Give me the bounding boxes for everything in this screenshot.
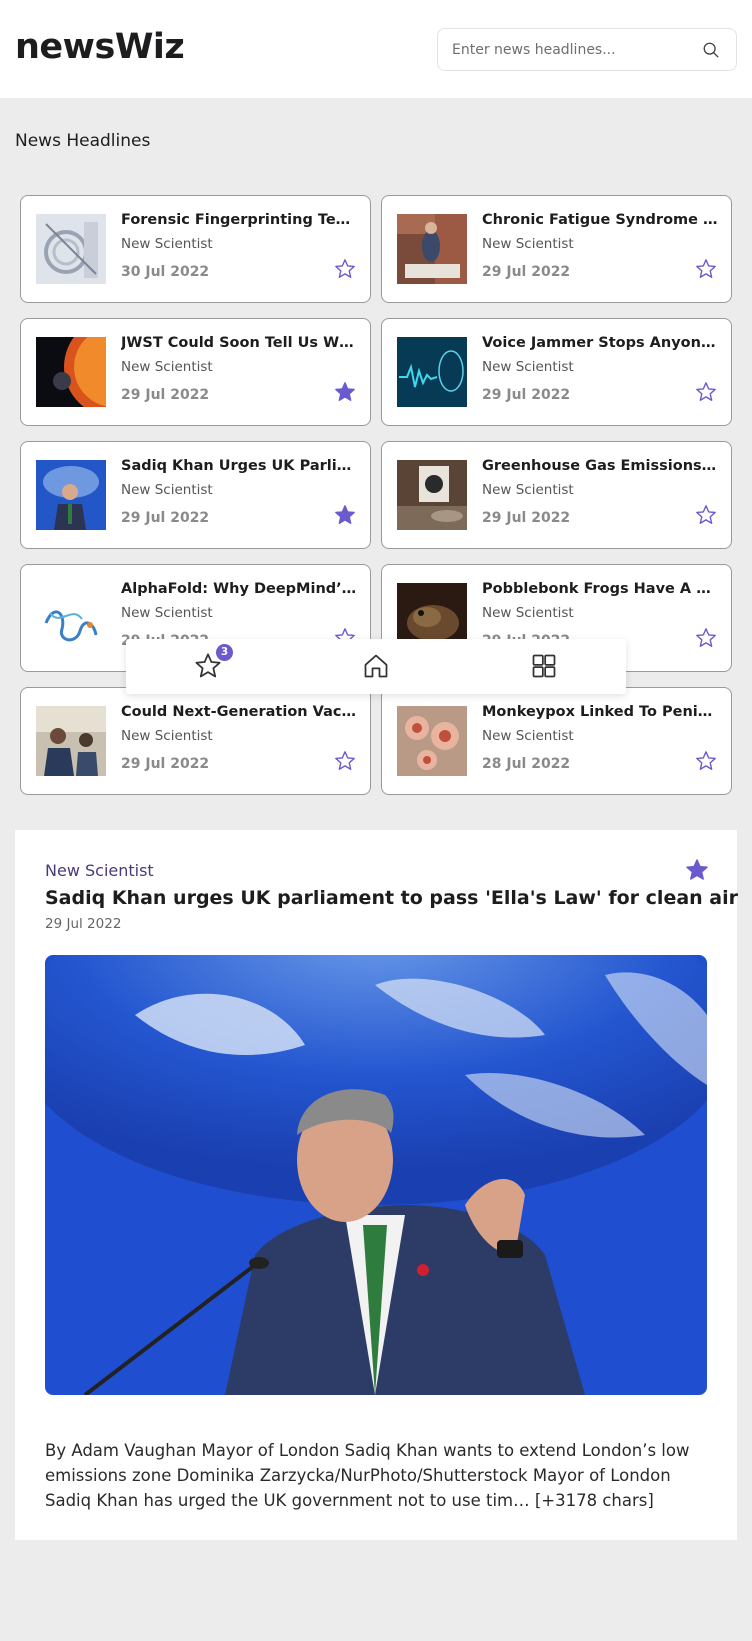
headline-title[interactable]: AlphaFold: Why DeepMind’s Pro... <box>121 581 357 597</box>
search-box[interactable] <box>437 28 737 71</box>
headline-title[interactable]: Greenhouse Gas Emissions Are ... <box>482 458 718 474</box>
headline-card[interactable]: Monkeypox Linked To Penis Sw... New Scie… <box>381 687 732 795</box>
thumbnail-image <box>36 706 106 776</box>
headline-card[interactable]: Forensic Fingerprinting Techniques... Ne… <box>20 195 371 303</box>
headline-source: New Scientist <box>121 728 213 744</box>
star-filled-icon[interactable] <box>334 381 356 403</box>
favorites-count-badge: 3 <box>216 644 233 661</box>
bottom-nav: 3 <box>126 639 626 694</box>
headline-title[interactable]: Chronic Fatigue Syndrome May... <box>482 212 718 228</box>
thumbnail-image <box>397 460 467 530</box>
thumbnail-image <box>36 583 106 653</box>
star-outline-icon[interactable] <box>334 750 356 772</box>
headline-title[interactable]: Monkeypox Linked To Penis Sw... <box>482 704 718 720</box>
app-logo[interactable]: newsWiz <box>15 27 185 67</box>
headline-card[interactable]: Voice Jammer Stops Anyone Fr... New Scie… <box>381 318 732 426</box>
headline-source: New Scientist <box>482 482 574 498</box>
thumbnail-image <box>36 460 106 530</box>
article-body: By Adam Vaughan Mayor of London Sadiq Kh… <box>45 1441 690 1510</box>
star-filled-icon[interactable] <box>685 858 709 882</box>
star-outline-icon[interactable] <box>695 504 717 526</box>
headline-date: 29 Jul 2022 <box>482 510 571 526</box>
headline-date: 29 Jul 2022 <box>482 387 571 403</box>
search-icon[interactable] <box>702 41 720 59</box>
headline-card[interactable]: Greenhouse Gas Emissions Are ... New Sci… <box>381 441 732 549</box>
search-input[interactable] <box>452 39 692 61</box>
star-outline-icon[interactable] <box>695 750 717 772</box>
app-header: newsWiz <box>0 0 752 98</box>
star-filled-icon[interactable] <box>334 504 356 526</box>
article-source: New Scientist <box>45 861 154 880</box>
headline-date: 29 Jul 2022 <box>121 756 210 772</box>
section-title: News Headlines <box>15 131 151 151</box>
headline-title[interactable]: Forensic Fingerprinting Techniques... <box>121 212 357 228</box>
article-image <box>45 955 707 1395</box>
headline-source: New Scientist <box>121 359 213 375</box>
headline-source: New Scientist <box>121 605 213 621</box>
headline-title[interactable]: Pobblebonk Frogs Have A Weir... <box>482 581 718 597</box>
headline-card[interactable]: Chronic Fatigue Syndrome May... New Scie… <box>381 195 732 303</box>
headline-date: 29 Jul 2022 <box>482 264 571 280</box>
headline-source: New Scientist <box>121 482 213 498</box>
thumbnail-image <box>397 706 467 776</box>
home-icon[interactable] <box>362 652 390 680</box>
article-date: 29 Jul 2022 <box>45 916 122 932</box>
headline-title[interactable]: Could Next-Generation Vaccin... <box>121 704 357 720</box>
thumbnail-image <box>36 337 106 407</box>
thumbnail-image <box>397 337 467 407</box>
thumbnail-image <box>397 214 467 284</box>
headline-title[interactable]: Sadiq Khan Urges UK Parliame... <box>121 458 357 474</box>
headline-source: New Scientist <box>121 236 213 252</box>
article-title: Sadiq Khan urges UK parliament to pass '… <box>45 887 738 909</box>
grid-icon[interactable] <box>530 652 558 680</box>
headline-date: 30 Jul 2022 <box>121 264 210 280</box>
headline-card[interactable]: Sadiq Khan Urges UK Parliame... New Scie… <box>20 441 371 549</box>
star-outline-icon[interactable] <box>695 258 717 280</box>
headline-source: New Scientist <box>482 359 574 375</box>
headline-source: New Scientist <box>482 236 574 252</box>
headline-card[interactable]: JWST Could Soon Tell Us What ... New Sci… <box>20 318 371 426</box>
star-outline-icon[interactable] <box>695 627 717 649</box>
headline-date: 29 Jul 2022 <box>121 387 210 403</box>
headline-title[interactable]: Voice Jammer Stops Anyone Fr... <box>482 335 718 351</box>
headline-date: 29 Jul 2022 <box>121 510 210 526</box>
article-detail: New Scientist Sadiq Khan urges UK parlia… <box>15 830 738 1540</box>
star-outline-icon[interactable] <box>334 258 356 280</box>
thumbnail-image <box>36 214 106 284</box>
headline-date: 28 Jul 2022 <box>482 756 571 772</box>
headline-source: New Scientist <box>482 605 574 621</box>
star-outline-icon[interactable] <box>695 381 717 403</box>
headline-card[interactable]: Could Next-Generation Vaccin... New Scie… <box>20 687 371 795</box>
headline-source: New Scientist <box>482 728 574 744</box>
headline-title[interactable]: JWST Could Soon Tell Us What ... <box>121 335 357 351</box>
